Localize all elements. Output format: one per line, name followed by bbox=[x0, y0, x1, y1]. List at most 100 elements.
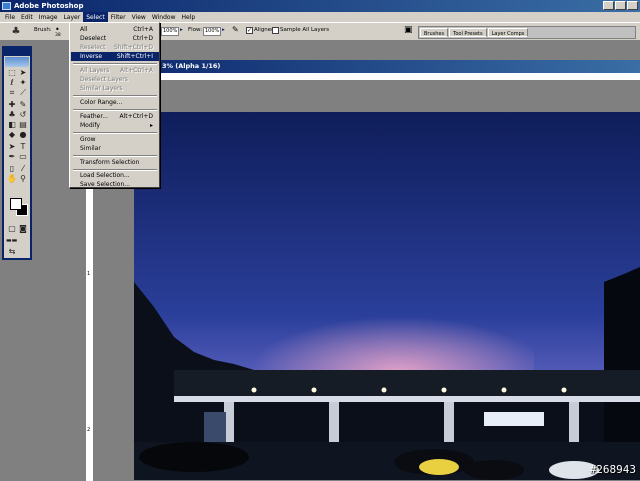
menu-item-label: Deselect bbox=[80, 35, 107, 42]
zoom-tool-icon[interactable]: ⚲ bbox=[18, 174, 28, 183]
sample-all-layers-label: Sample All Layers bbox=[280, 27, 330, 33]
dodge-tool-icon[interactable]: ● bbox=[18, 130, 28, 139]
close-button[interactable] bbox=[627, 1, 638, 10]
menu-item-label: Load Selection... bbox=[80, 172, 130, 179]
screen-mode-icon[interactable]: ▬▬ bbox=[6, 236, 17, 245]
move-tool-icon[interactable]: ➤ bbox=[18, 68, 28, 77]
menu-item-deselect-layers[interactable]: Deselect Layers bbox=[71, 75, 159, 84]
opacity-field[interactable]: 100% bbox=[161, 27, 179, 36]
gradient-tool-icon[interactable]: ▤ bbox=[18, 120, 28, 129]
history-brush-icon[interactable]: ↺ bbox=[18, 110, 28, 119]
menu-item-label: Transform Selection bbox=[80, 159, 140, 166]
opacity-arrow-icon[interactable]: ▸ bbox=[180, 27, 183, 33]
menu-item-shortcut: Ctrl+D bbox=[132, 35, 153, 42]
slice-tool-icon[interactable]: ⟋ bbox=[18, 88, 28, 97]
jump-to-imageready-icon[interactable]: ⇆ bbox=[7, 247, 17, 256]
document-title[interactable]: 3% (Alpha 1/16) bbox=[86, 60, 640, 73]
airbrush-icon[interactable]: ✎ bbox=[232, 25, 239, 34]
menu-item-load-selection[interactable]: Load Selection... bbox=[71, 171, 159, 180]
clone-stamp-tool-icon[interactable]: ♣ bbox=[7, 110, 17, 119]
menu-item-label: Similar bbox=[80, 145, 101, 152]
horizontal-ruler[interactable] bbox=[86, 73, 640, 81]
menu-separator bbox=[73, 155, 157, 157]
type-tool-icon[interactable]: T bbox=[18, 142, 28, 151]
shape-tool-icon[interactable]: ▭ bbox=[18, 152, 28, 161]
menu-item-label: Color Range... bbox=[80, 99, 123, 106]
pen-tool-icon[interactable]: ✒ bbox=[7, 152, 17, 161]
night-street-photo bbox=[134, 112, 640, 480]
blur-tool-icon[interactable]: ◆ bbox=[7, 130, 17, 139]
menu-item-grow[interactable]: Grow bbox=[71, 135, 159, 144]
menu-item-save-selection[interactable]: Save Selection... bbox=[71, 180, 159, 189]
menu-item-feather[interactable]: Feather... Alt+Ctrl+D bbox=[71, 112, 159, 121]
select-menu-dropdown: All Ctrl+A Deselect Ctrl+D Reselect Shift+C… bbox=[69, 22, 160, 188]
hand-tool-icon[interactable]: ✋ bbox=[7, 174, 17, 183]
toolbox-title-bar[interactable] bbox=[4, 48, 30, 56]
menu-view[interactable]: View bbox=[129, 12, 149, 23]
menu-item-label: Similar Layers bbox=[80, 85, 123, 92]
menu-item-all-layers[interactable]: All Layers Alt+Ctrl+A bbox=[71, 66, 159, 75]
menu-item-reselect[interactable]: Reselect Shift+Ctrl+D bbox=[71, 43, 159, 52]
menu-layer[interactable]: Layer bbox=[60, 12, 83, 23]
menu-separator bbox=[73, 132, 157, 134]
menu-file[interactable]: File bbox=[2, 12, 18, 23]
crop-tool-icon[interactable]: ⌗ bbox=[7, 88, 17, 97]
tab-layer-comps[interactable]: Layer Comps bbox=[487, 28, 529, 37]
menu-item-color-range[interactable]: Color Range... bbox=[71, 98, 159, 107]
menu-item-label: Save Selection... bbox=[80, 181, 131, 188]
tab-brushes[interactable]: Brushes bbox=[420, 28, 449, 37]
tab-tool-presets[interactable]: Tool Presets bbox=[449, 28, 487, 37]
flow-arrow-icon[interactable]: ▸ bbox=[222, 27, 225, 33]
aligned-checkbox[interactable]: ✓ bbox=[246, 27, 253, 34]
magic-wand-icon[interactable]: ✦ bbox=[18, 78, 28, 87]
menu-help[interactable]: Help bbox=[179, 12, 199, 23]
path-selection-icon[interactable]: ➤ bbox=[7, 142, 17, 151]
menu-item-similar[interactable]: Similar bbox=[71, 144, 159, 153]
healing-brush-icon[interactable]: ✚ bbox=[7, 100, 17, 109]
toolbox-logo[interactable] bbox=[5, 57, 29, 67]
eyedropper-icon[interactable]: ⁄ bbox=[18, 164, 28, 173]
menu-item-shortcut: Shift+Ctrl+I bbox=[116, 53, 153, 60]
maximize-button[interactable] bbox=[615, 1, 626, 10]
menu-item-transform-selection[interactable]: Transform Selection bbox=[71, 158, 159, 167]
sample-all-layers-checkbox[interactable] bbox=[272, 27, 279, 34]
file-browser-icon[interactable]: ▣ bbox=[404, 25, 413, 35]
menu-item-label: Deselect Layers bbox=[80, 76, 128, 83]
marquee-tool-icon[interactable]: ⬚ bbox=[7, 68, 17, 77]
menu-item-label: Grow bbox=[80, 136, 96, 143]
lasso-tool-icon[interactable]: ℓ bbox=[7, 78, 17, 87]
app-title-bar: Adobe Photoshop bbox=[0, 0, 640, 12]
minimize-button[interactable] bbox=[603, 1, 614, 10]
menu-filter[interactable]: Filter bbox=[108, 12, 129, 23]
menu-edit[interactable]: Edit bbox=[18, 12, 36, 23]
notes-tool-icon[interactable]: ▯ bbox=[7, 164, 17, 173]
menu-item-label: Modify bbox=[80, 122, 100, 129]
menu-item-label: All Layers bbox=[80, 67, 110, 74]
menu-select[interactable]: Select bbox=[83, 11, 108, 23]
quick-mask-icon[interactable]: ◙ bbox=[18, 224, 28, 233]
eraser-tool-icon[interactable]: ◧ bbox=[7, 120, 17, 129]
standard-mode-icon[interactable]: ▢ bbox=[7, 224, 17, 233]
menu-item-label: Inverse bbox=[80, 53, 103, 60]
menu-item-modify[interactable]: Modify ▸ bbox=[71, 121, 159, 130]
toolbox: ⬚ ➤ ℓ ✦ ⌗ ⟋ ✚ ✎ ♣ ↺ ◧ ▤ ◆ ● ➤ T ✒ ▭ ▯ ⁄ … bbox=[2, 46, 32, 260]
flow-label: Flow: bbox=[188, 27, 203, 33]
menu-item-label: All bbox=[80, 26, 88, 33]
brush-tool-icon[interactable]: ✎ bbox=[18, 100, 28, 109]
brush-size: 38 bbox=[55, 33, 61, 38]
menu-image[interactable]: Image bbox=[36, 12, 61, 23]
clone-stamp-icon[interactable]: ♣ bbox=[10, 26, 22, 38]
menu-item-similar-layers[interactable]: Similar Layers bbox=[71, 84, 159, 93]
menu-item-deselect[interactable]: Deselect Ctrl+D bbox=[71, 34, 159, 43]
ruler-mark: 2 bbox=[87, 427, 91, 433]
flow-field[interactable]: 100% bbox=[203, 27, 221, 36]
menu-item-inverse[interactable]: Inverse Shift+Ctrl+I bbox=[71, 52, 159, 61]
foreground-color-swatch[interactable] bbox=[10, 198, 22, 210]
image-canvas[interactable] bbox=[134, 112, 640, 480]
document-window: 3% (Alpha 1/16) 1 2 bbox=[86, 60, 640, 481]
photoshop-app-icon bbox=[2, 2, 11, 10]
menu-window[interactable]: Window bbox=[149, 12, 179, 23]
menu-item-all[interactable]: All Ctrl+A bbox=[71, 25, 159, 34]
watermark: #268943 bbox=[589, 463, 636, 476]
brush-label: Brush: bbox=[34, 27, 52, 33]
